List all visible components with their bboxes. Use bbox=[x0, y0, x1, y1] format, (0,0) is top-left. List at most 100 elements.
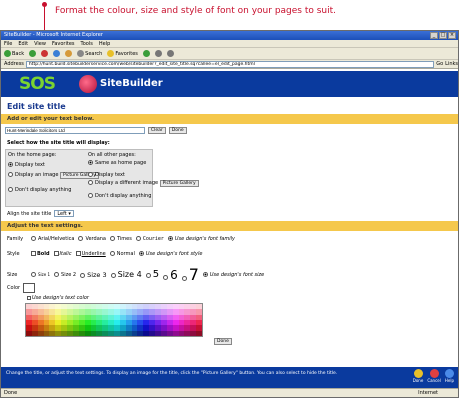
go-button[interactable]: Go bbox=[436, 61, 443, 67]
address-label: Address bbox=[4, 61, 24, 67]
home-display-text[interactable]: Display text bbox=[8, 162, 99, 168]
select-label: Select how the site title will display: bbox=[7, 140, 110, 146]
family-design[interactable]: Use design's font family bbox=[167, 236, 235, 242]
size-design[interactable]: Use design's font size bbox=[202, 271, 264, 278]
banner: SOS SiteBuilder bbox=[1, 71, 458, 97]
radio[interactable] bbox=[8, 172, 13, 177]
color-swatch[interactable] bbox=[23, 283, 35, 293]
size-1[interactable]: Size 1 bbox=[31, 271, 50, 278]
check-icon bbox=[413, 369, 423, 378]
help-icon bbox=[444, 369, 454, 378]
menu-favorites[interactable]: Favorites bbox=[52, 40, 75, 47]
done-settings-button[interactable]: Done bbox=[214, 338, 232, 345]
favorites-button[interactable]: Favorites bbox=[107, 50, 138, 57]
globe-icon bbox=[79, 75, 97, 93]
home-heading: On the home page: bbox=[8, 152, 57, 158]
menu-file[interactable]: File bbox=[4, 40, 12, 47]
radio[interactable] bbox=[88, 160, 93, 165]
color-label: Color bbox=[7, 285, 21, 291]
clear-button[interactable]: Clear bbox=[148, 127, 166, 134]
size-4[interactable]: Size 4 bbox=[110, 270, 142, 279]
family-verdana[interactable]: Verdana bbox=[78, 236, 106, 242]
status-bar: Done Internet bbox=[1, 388, 458, 397]
footer-help-button[interactable]: Help bbox=[445, 369, 454, 383]
minimize-button[interactable]: _ bbox=[430, 32, 438, 39]
search-icon bbox=[77, 50, 85, 57]
print-icon[interactable] bbox=[166, 50, 174, 57]
footer-cancel-button[interactable]: Cancel bbox=[427, 369, 441, 383]
radio[interactable] bbox=[8, 162, 13, 167]
refresh-icon[interactable] bbox=[53, 50, 61, 57]
size-row: Size Size 1 Size 2 Size 3 Size 4 5 6 7 U… bbox=[7, 265, 264, 284]
style-design[interactable]: Use design's font style bbox=[138, 251, 202, 257]
home-icon[interactable] bbox=[65, 50, 73, 57]
radio[interactable] bbox=[88, 193, 93, 198]
style-bold[interactable]: Bold bbox=[31, 251, 50, 257]
other-display-text[interactable]: Display text bbox=[88, 172, 199, 178]
cancel-icon bbox=[429, 369, 439, 378]
size-6[interactable]: 6 bbox=[163, 268, 178, 282]
size-2[interactable]: Size 2 bbox=[54, 271, 76, 278]
radio[interactable] bbox=[8, 187, 13, 192]
section-header-text: Add or edit your text below. bbox=[1, 114, 458, 124]
family-times[interactable]: Times bbox=[109, 236, 132, 242]
picture-gallery-button[interactable]: Picture Gallery bbox=[159, 180, 199, 187]
back-icon bbox=[4, 50, 11, 57]
stop-icon[interactable] bbox=[41, 50, 49, 57]
forward-icon[interactable] bbox=[29, 50, 37, 57]
footer-done-button[interactable]: Done bbox=[413, 369, 423, 383]
menu-bar: File Edit View Favorites Tools Help bbox=[1, 40, 458, 48]
callout-text: Format the colour, size and style of fon… bbox=[55, 6, 337, 16]
sitebuilder-logo: SiteBuilder bbox=[100, 78, 163, 89]
address-bar: Address http://hunt.build.sitebuilderser… bbox=[1, 60, 458, 69]
other-display-image[interactable]: Display a different image Picture Galler… bbox=[88, 180, 199, 187]
family-label: Family bbox=[7, 236, 24, 242]
other-same[interactable]: Same as home page bbox=[88, 160, 199, 166]
maximize-button[interactable]: □ bbox=[439, 32, 447, 39]
palette-color[interactable] bbox=[196, 330, 202, 336]
zone-text: Internet bbox=[418, 390, 438, 396]
family-arial[interactable]: Arial/Helvetica bbox=[31, 236, 74, 242]
title-bar: SiteBuilder - Microsoft Internet Explore… bbox=[1, 31, 458, 40]
other-display-nothing[interactable]: Don't display anything bbox=[88, 193, 199, 199]
family-row: Family Arial/Helvetica Verdana Times Cou… bbox=[7, 236, 235, 242]
menu-help[interactable]: Help bbox=[99, 40, 110, 47]
style-underline[interactable]: Underline bbox=[75, 251, 106, 257]
back-button[interactable]: Back bbox=[4, 50, 24, 57]
family-courier[interactable]: Courier bbox=[135, 236, 164, 242]
section-header-settings: Adjust the text settings. bbox=[1, 221, 458, 231]
address-input[interactable]: http://hunt.build.sitebuilderservice.com… bbox=[25, 60, 435, 68]
close-button[interactable]: × bbox=[448, 32, 456, 39]
toolbar: Back Search Favorites bbox=[1, 48, 458, 60]
size-3[interactable]: Size 3 bbox=[80, 271, 107, 279]
size-7[interactable]: 7 bbox=[181, 265, 199, 284]
radio[interactable] bbox=[88, 172, 93, 177]
footer-bar: Change the title, or adjust the text set… bbox=[1, 367, 458, 388]
sos-logo: SOS bbox=[19, 74, 56, 94]
home-display-nothing[interactable]: Don't display anything bbox=[8, 187, 99, 193]
links-label[interactable]: Links bbox=[445, 61, 458, 67]
menu-view[interactable]: View bbox=[34, 40, 46, 47]
size-label: Size bbox=[7, 271, 18, 278]
use-design-color[interactable]: Use design's text color bbox=[27, 295, 89, 301]
home-display-image[interactable]: Display an image Picture Gallery bbox=[8, 172, 99, 179]
page-title: Edit site title bbox=[7, 102, 66, 111]
align-select[interactable]: Left ▾ bbox=[54, 210, 74, 217]
display-options: On the home page: Display text Display a… bbox=[5, 149, 199, 207]
title-input[interactable] bbox=[5, 127, 145, 134]
style-italic[interactable]: Italic bbox=[53, 251, 72, 257]
history-icon[interactable] bbox=[142, 50, 150, 57]
radio[interactable] bbox=[88, 180, 93, 185]
color-palette[interactable] bbox=[25, 303, 203, 337]
search-button[interactable]: Search bbox=[77, 50, 102, 57]
status-text: Done bbox=[4, 390, 18, 396]
style-normal[interactable]: Normal bbox=[109, 251, 135, 257]
footer-help-text: Change the title, or adjust the text set… bbox=[6, 371, 338, 376]
size-5[interactable]: 5 bbox=[145, 269, 159, 280]
menu-edit[interactable]: Edit bbox=[18, 40, 28, 47]
mail-icon[interactable] bbox=[154, 50, 162, 57]
style-label: Style bbox=[7, 251, 20, 257]
other-heading: On all other pages: bbox=[88, 152, 136, 158]
done-button[interactable]: Done bbox=[168, 127, 187, 134]
menu-tools[interactable]: Tools bbox=[81, 40, 93, 47]
